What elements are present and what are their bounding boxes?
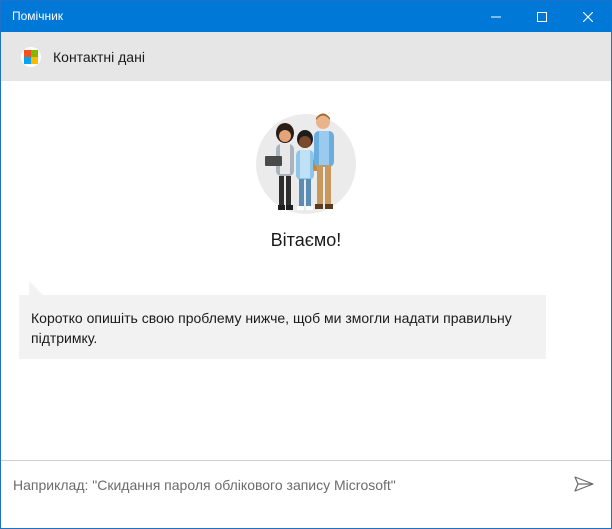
chat-area: Вітаємо! Коротко опишіть свою проблему н… bbox=[1, 81, 611, 460]
question-input[interactable] bbox=[1, 461, 561, 508]
input-bar bbox=[1, 460, 611, 528]
support-team-illustration bbox=[256, 113, 356, 214]
window-title: Помічник bbox=[12, 9, 64, 23]
assistant-message: Коротко опишіть свою проблему нижче, щоб… bbox=[19, 295, 546, 359]
title-bar[interactable]: Помічник bbox=[1, 1, 611, 32]
microsoft-logo-icon bbox=[21, 47, 41, 67]
maximize-button[interactable] bbox=[519, 1, 565, 32]
header-bar: Контактні дані bbox=[1, 32, 611, 81]
maximize-icon bbox=[537, 11, 547, 22]
welcome-heading: Вітаємо! bbox=[270, 230, 342, 250]
app-window: Помічник Контактні дані Вітаємо! Коротко… bbox=[0, 0, 612, 529]
send-icon bbox=[574, 476, 594, 492]
send-button[interactable] bbox=[571, 472, 597, 496]
minimize-button[interactable] bbox=[473, 1, 519, 32]
message-bubble-tail bbox=[29, 281, 43, 295]
close-icon bbox=[583, 11, 593, 22]
close-button[interactable] bbox=[565, 1, 611, 32]
minimize-icon bbox=[491, 16, 501, 17]
header-title: Контактні дані bbox=[53, 49, 145, 65]
